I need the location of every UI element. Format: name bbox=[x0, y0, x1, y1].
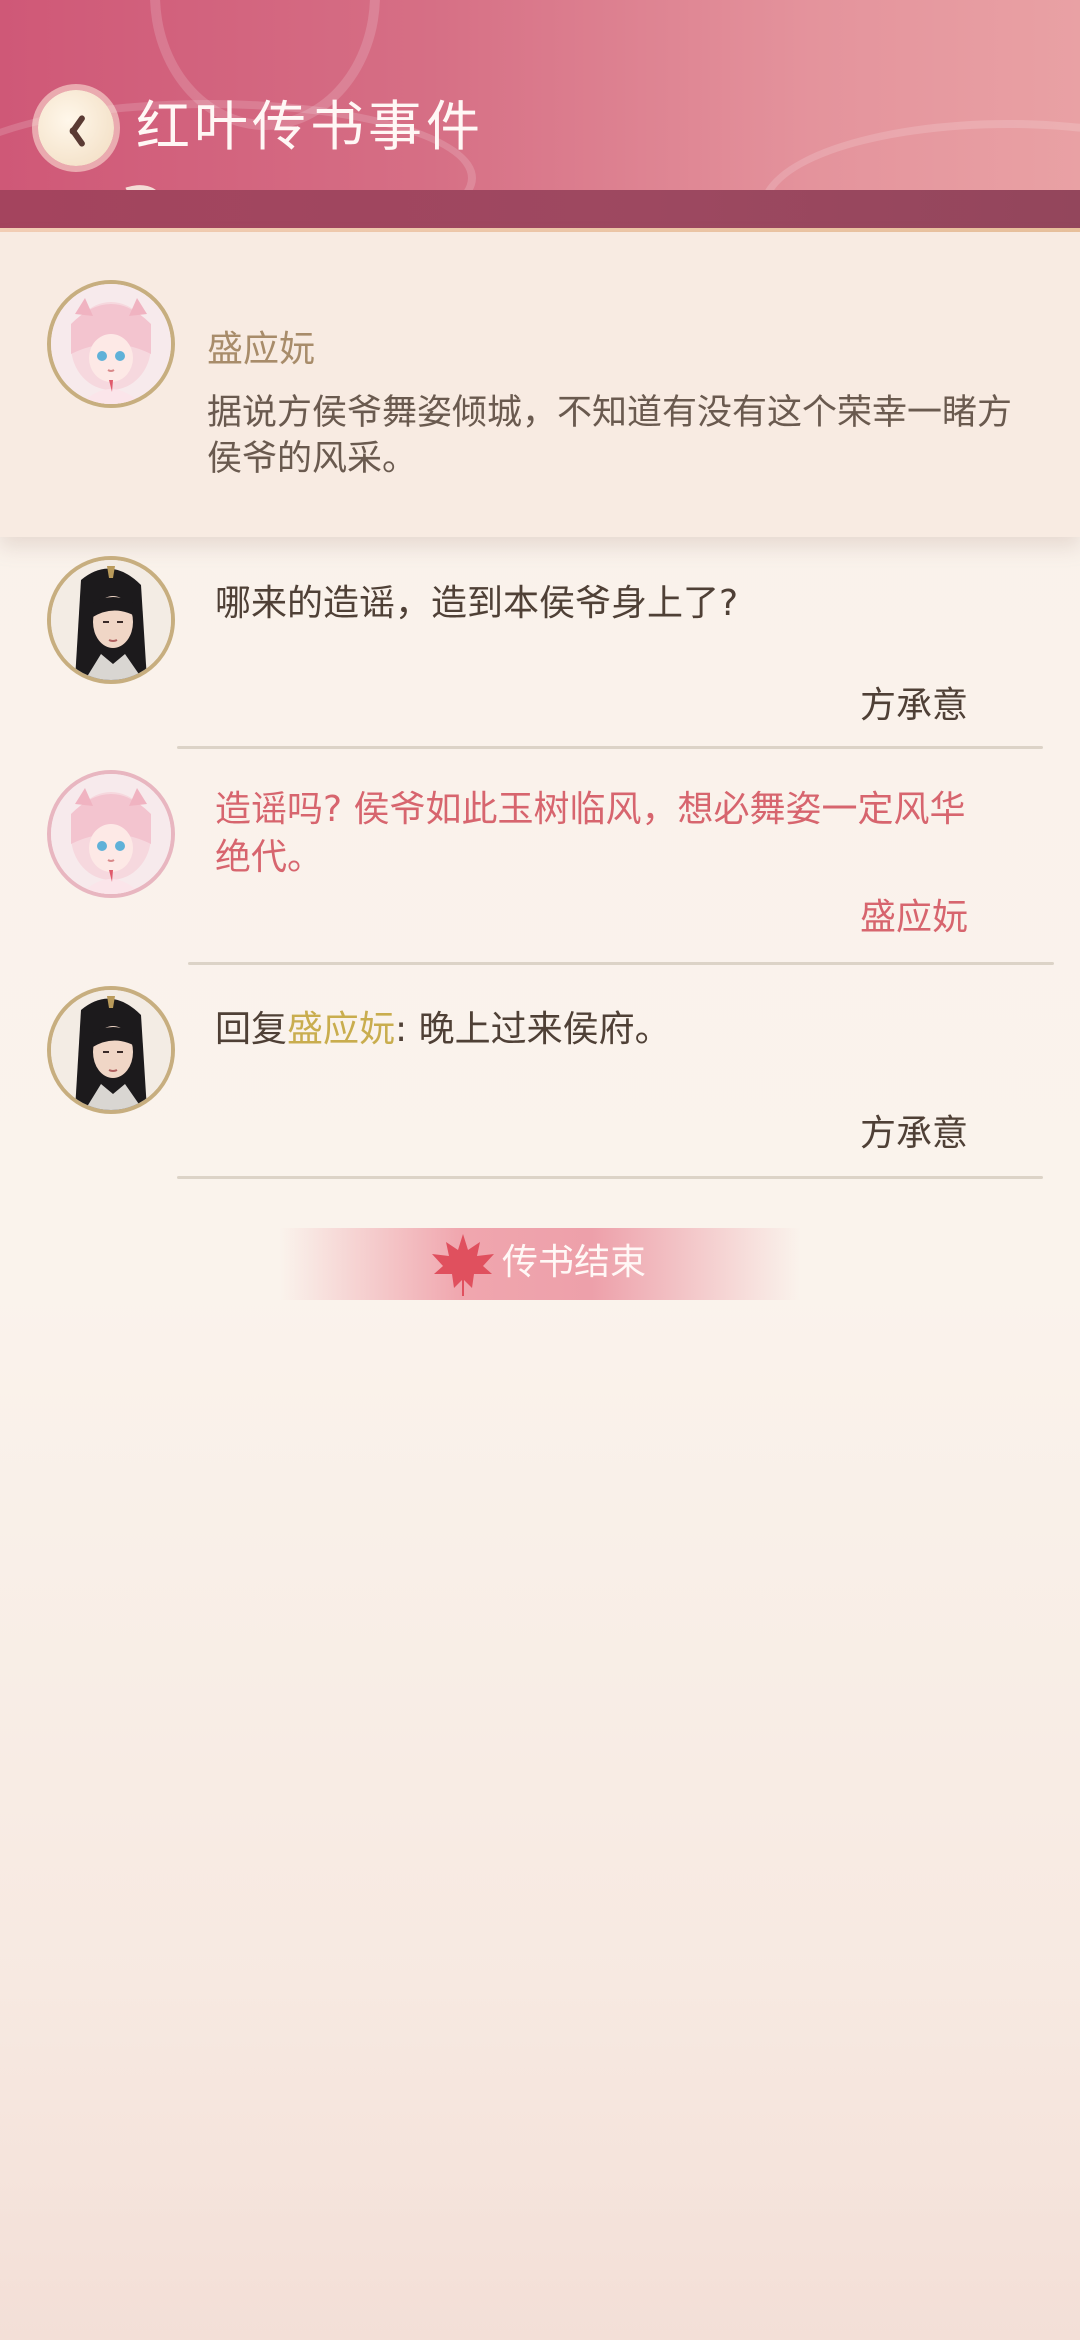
divider bbox=[188, 962, 1054, 965]
reply-item: 哪来的造谣，造到本侯爷身上了? 方承意 bbox=[0, 556, 1080, 756]
reply-item: 造谣吗? 侯爷如此玉树临风，想必舞姿一定风华绝代。 盛应妧 bbox=[0, 770, 1080, 970]
end-label: 传书结束 bbox=[502, 1242, 647, 1283]
reply-text: 造谣吗? 侯爷如此玉树临风，想必舞姿一定风华绝代。 bbox=[215, 789, 966, 878]
post-content: 据说方侯爷舞姿倾城，不知道有没有这个荣幸一睹方侯爷的风采。 bbox=[207, 393, 1013, 479]
male-avatar-icon bbox=[51, 560, 171, 680]
reply-author[interactable]: 方承意 bbox=[860, 682, 968, 730]
reply-item: 回复盛应妧: 晚上过来侯府。 方承意 bbox=[0, 986, 1080, 1186]
original-post: 盛应妧 据说方侯爷舞姿倾城，不知道有没有这个荣幸一睹方侯爷的风采。 bbox=[0, 232, 1080, 537]
reply-mention[interactable]: 盛应妧 bbox=[287, 1009, 395, 1050]
post-author[interactable]: 盛应妧 bbox=[207, 326, 315, 374]
male-avatar-icon bbox=[51, 990, 171, 1110]
female-avatar-icon bbox=[51, 774, 171, 894]
maple-leaf-icon bbox=[432, 1234, 494, 1296]
female-avatar[interactable] bbox=[47, 770, 175, 898]
reply-text: 哪来的造谣，造到本侯爷身上了? bbox=[215, 583, 739, 624]
male-avatar[interactable] bbox=[47, 986, 175, 1114]
page-title: 红叶传书事件 bbox=[136, 95, 484, 158]
back-button[interactable] bbox=[38, 90, 114, 166]
reply-author[interactable]: 方承意 bbox=[860, 1110, 968, 1158]
decor-swirl bbox=[760, 120, 1080, 190]
reply-text: 回复盛应妧: 晚上过来侯府。 bbox=[215, 1006, 995, 1054]
header-band bbox=[0, 190, 1080, 228]
divider bbox=[177, 1176, 1043, 1179]
female-avatar[interactable] bbox=[47, 280, 175, 408]
header-bar: 红叶传书事件 bbox=[0, 0, 1080, 190]
end-banner: 传书结束 bbox=[280, 1228, 800, 1300]
male-avatar[interactable] bbox=[47, 556, 175, 684]
reply-body: : 晚上过来侯府。 bbox=[395, 1009, 671, 1050]
reply-prefix: 回复 bbox=[215, 1009, 288, 1050]
reply-author[interactable]: 盛应妧 bbox=[860, 894, 968, 942]
female-avatar-icon bbox=[51, 284, 171, 404]
divider bbox=[177, 746, 1043, 749]
